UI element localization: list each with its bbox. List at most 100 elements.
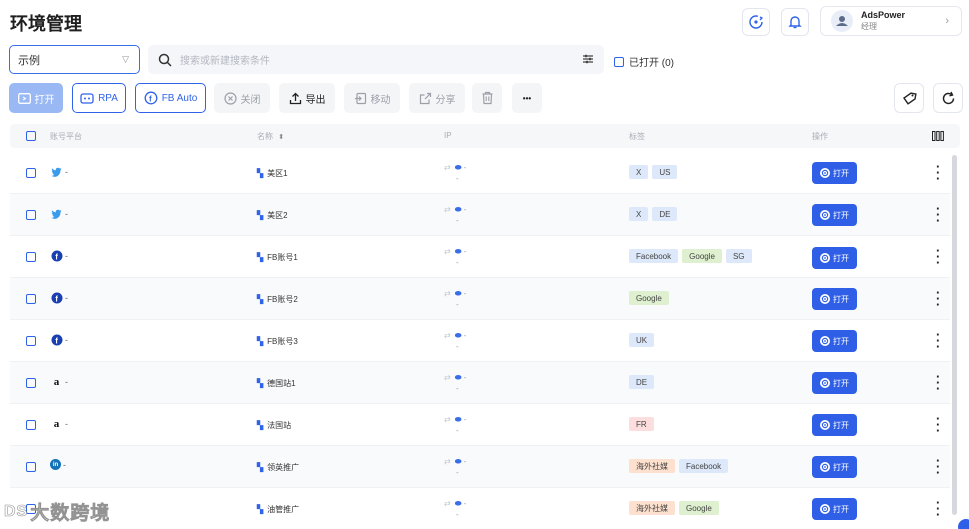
tag[interactable]: 海外社媒 xyxy=(629,501,675,515)
share-button[interactable]: 分享 xyxy=(409,83,465,113)
row-checkbox[interactable] xyxy=(26,168,36,178)
tag[interactable]: Google xyxy=(682,249,722,263)
tag[interactable]: Google xyxy=(629,291,669,305)
row-checkbox[interactable] xyxy=(26,294,36,304)
search-input[interactable]: 搜索或新建搜索条件 xyxy=(180,52,270,67)
row-ip-line2: - xyxy=(456,426,459,435)
column-settings-icon[interactable] xyxy=(932,131,944,141)
table-row[interactable]: a - ▚ 法国站 ⇄ ⬬ - - FR 打开 · · · xyxy=(10,404,950,446)
refresh-button[interactable] xyxy=(933,83,963,113)
help-button[interactable] xyxy=(958,519,969,529)
group-select[interactable]: 示例 ▽ xyxy=(9,45,140,74)
row-open-button[interactable]: 打开 xyxy=(812,330,857,352)
close-button[interactable]: 关闭 xyxy=(214,83,270,113)
row-more-icon[interactable]: · · · xyxy=(936,202,940,227)
row-open-button[interactable]: 打开 xyxy=(812,414,857,436)
tag[interactable]: Google xyxy=(679,501,719,515)
row-more-icon[interactable]: · · · xyxy=(936,496,940,521)
export-button[interactable]: 导出 xyxy=(279,83,335,113)
sync-button[interactable] xyxy=(742,8,770,36)
row-more-icon[interactable]: · · · xyxy=(936,286,940,311)
row-platform: - xyxy=(50,165,68,178)
row-tags: 海外社媒 Google xyxy=(629,501,723,515)
user-role: 经理 xyxy=(861,22,877,31)
delete-button[interactable] xyxy=(472,83,502,113)
table-row[interactable]: a - ▚ 德国站1 ⇄ ⬬ - - DE 打开 · · · xyxy=(10,362,950,404)
tag[interactable]: Facebook xyxy=(679,459,729,473)
row-more-icon[interactable]: · · · xyxy=(936,244,940,269)
move-button[interactable]: 移动 xyxy=(344,83,400,113)
table-row[interactable]: in - ▚ 领英推广 ⇄ ⬬ - - 海外社媒 Facebook 打开 · · · xyxy=(10,446,950,488)
open-button[interactable]: 打开 xyxy=(9,83,63,113)
row-open-button[interactable]: 打开 xyxy=(812,162,857,184)
notifications-button[interactable] xyxy=(781,8,809,36)
checkbox[interactable] xyxy=(614,56,624,67)
browser-open-icon xyxy=(820,168,830,178)
row-checkbox[interactable] xyxy=(26,336,36,346)
sort-icon[interactable]: ⬍ xyxy=(278,134,284,141)
user-menu[interactable]: AdsPower 经理 › xyxy=(820,6,962,36)
row-checkbox[interactable] xyxy=(26,462,36,472)
table-row[interactable]: f - ▚ FB账号3 ⇄ ⬬ - - UK 打开 · · · xyxy=(10,320,950,362)
tag[interactable]: DE xyxy=(652,207,678,221)
table-row[interactable]: f - ▚ FB账号2 ⇄ ⬬ - - Google 打开 · · · xyxy=(10,278,950,320)
search-box[interactable]: 搜索或新建搜索条件 xyxy=(148,45,604,74)
row-open-button[interactable]: 打开 xyxy=(812,456,857,478)
tag[interactable]: SG xyxy=(725,249,752,263)
tag[interactable]: DE xyxy=(629,375,655,389)
column-name-label: 名称 xyxy=(257,132,273,141)
tag[interactable]: Facebook xyxy=(629,249,679,263)
tag[interactable]: UK xyxy=(629,333,655,347)
tag[interactable]: US xyxy=(652,165,678,179)
row-checkbox[interactable] xyxy=(26,420,36,430)
row-more-icon[interactable]: · · · xyxy=(936,454,940,479)
browser-open-icon xyxy=(820,294,830,304)
row-checkbox[interactable] xyxy=(26,378,36,388)
move-icon xyxy=(354,92,366,104)
row-ip-line2: - xyxy=(456,342,459,351)
tag[interactable]: 海外社媒 xyxy=(629,459,675,473)
rpa-button[interactable]: RPA xyxy=(72,83,126,113)
row-ip-line1: - xyxy=(463,499,467,508)
svg-text:f: f xyxy=(55,252,58,261)
row-more-icon[interactable]: · · · xyxy=(936,328,940,353)
row-checkbox[interactable] xyxy=(26,210,36,220)
row-more-icon[interactable]: · · · xyxy=(936,160,940,185)
linkedin-icon: in xyxy=(50,459,61,470)
scrollbar[interactable] xyxy=(952,155,957,515)
share-button-label: 分享 xyxy=(435,94,456,106)
row-checkbox[interactable] xyxy=(26,252,36,262)
network-icon: ⬬ xyxy=(454,415,462,424)
row-platform: a - xyxy=(50,375,68,388)
row-ip-line2: - xyxy=(456,300,459,309)
tag[interactable]: X xyxy=(629,165,649,179)
row-platform-text: - xyxy=(65,376,68,387)
table-row[interactable]: - ▚ 美区1 ⇄ ⬬ - - X US 打开 · · · xyxy=(10,152,950,194)
export-button-label: 导出 xyxy=(305,94,326,106)
row-open-button[interactable]: 打开 xyxy=(812,247,857,269)
select-all-checkbox[interactable] xyxy=(26,131,36,141)
row-open-button[interactable]: 打开 xyxy=(812,372,857,394)
opened-filter-checkbox[interactable]: 已打开 (0) xyxy=(614,54,674,69)
table-row[interactable]: f - ▚ FB账号1 ⇄ ⬬ - - Facebook Google SG 打开 ·… xyxy=(10,236,950,278)
column-ip: IP xyxy=(444,131,452,140)
row-ip: ⇄ ⬬ - - xyxy=(444,288,466,310)
row-more-icon[interactable]: · · · xyxy=(936,412,940,437)
tag-button[interactable] xyxy=(894,83,924,113)
column-name[interactable]: 名称 ⬍ xyxy=(257,131,284,142)
fb-auto-button[interactable]: f FB Auto xyxy=(135,83,206,113)
tag[interactable]: FR xyxy=(629,417,654,431)
tag[interactable]: X xyxy=(629,207,649,221)
table-row[interactable]: - ▚ 美区2 ⇄ ⬬ - - X DE 打开 · · · xyxy=(10,194,950,236)
twitter-icon xyxy=(50,207,63,220)
row-open-button[interactable]: 打开 xyxy=(812,204,857,226)
table-row[interactable]: ▚ 油管推广 ⇄ ⬬ - - 海外社媒 Google 打开 · · · xyxy=(10,488,950,529)
row-open-label: 打开 xyxy=(833,168,849,178)
row-open-button[interactable]: 打开 xyxy=(812,288,857,310)
browser-open-icon xyxy=(820,504,830,514)
row-open-button[interactable]: 打开 xyxy=(812,498,857,520)
more-button[interactable]: ••• xyxy=(512,83,542,113)
rpa-button-label: RPA xyxy=(98,92,118,104)
filter-settings-icon[interactable] xyxy=(582,53,594,65)
row-more-icon[interactable]: · · · xyxy=(936,370,940,395)
